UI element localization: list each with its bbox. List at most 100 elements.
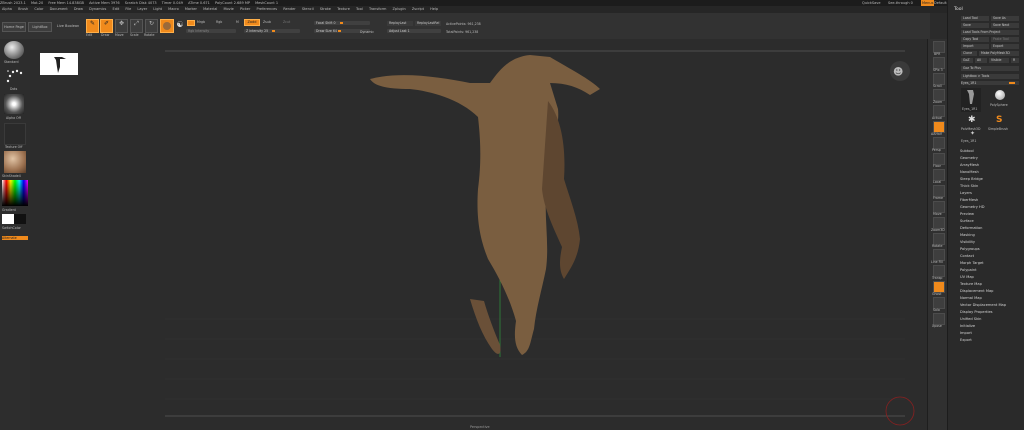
tool-scroll[interactable]: Eyes_1R1 [961,81,1019,85]
menu-layer[interactable]: Layer [137,7,147,11]
layers-section[interactable]: Layers [960,190,972,196]
unified-skin-section[interactable]: Unified Skin [960,316,981,322]
material-thumbnail[interactable] [4,151,26,173]
menu-stencil[interactable]: Stencil [302,7,314,11]
displacement-map-section[interactable]: Displacement Map [960,288,993,294]
menu-macro[interactable]: Macro [168,7,179,11]
menu-zplugin[interactable]: Zplugin [393,7,406,11]
texture-map-section[interactable]: Texture Map [960,281,982,287]
zcut-button[interactable]: Zcut [283,20,290,24]
save-next-button[interactable]: Save Next [991,23,1019,28]
zadd-button[interactable]: Zadd [244,19,260,26]
menu-tool[interactable]: Tool [356,7,363,11]
export-section[interactable]: Export [960,337,972,343]
menu-transform[interactable]: Transform [369,7,386,11]
morph-target-section[interactable]: Morph Target [960,260,984,266]
menu-render[interactable]: Render [283,7,295,11]
r-button[interactable]: R [1011,58,1019,63]
display-properties-section[interactable]: Display Properties [960,309,993,315]
fibermesh-section[interactable]: FiberMesh [960,197,978,203]
color-swatch-button[interactable]: ☯ [175,20,185,30]
menu-color[interactable]: Color [34,7,43,11]
menu-edit[interactable]: Edit [113,7,120,11]
menu-file[interactable]: File [125,7,131,11]
geometry-hd-section[interactable]: Geometry HD [960,204,985,210]
menu-material[interactable]: Material [203,7,217,11]
tool-palette-title[interactable]: Tool [954,7,963,12]
clone-button[interactable]: Clone [961,51,977,56]
menu-texture[interactable]: Texture [337,7,350,11]
edit-mode-button[interactable]: ✎ [86,19,99,33]
geometry-section[interactable]: Geometry [960,155,978,161]
normal-map-section[interactable]: Normal Map [960,295,982,301]
menu-brush[interactable]: Brush [18,7,28,11]
menu-light[interactable]: Light [153,7,162,11]
deformation-section[interactable]: Deformation [960,225,982,231]
view-navigator[interactable]: ☻ [890,61,910,81]
menu-dynamics[interactable]: Dynamics [89,7,106,11]
menu-stroke[interactable]: Stroke [320,7,331,11]
paste-tool-button[interactable]: Paste Tool [991,37,1019,42]
menu-movie[interactable]: Movie [223,7,233,11]
menu-preferences[interactable]: Preferences [257,7,278,11]
move-mode-button[interactable]: ✥ [115,19,128,33]
menu-help[interactable]: Help [430,7,438,11]
material-sphere-button[interactable] [160,19,174,33]
nanomesh-section[interactable]: NanoMesh [960,169,979,175]
switch-color-button[interactable]: SwitchColor [2,226,21,230]
polygroups-section[interactable]: Polygroups [960,246,980,252]
scale-mode-button[interactable]: ⤢ [130,19,143,33]
stroke-thumbnail[interactable] [4,67,24,85]
secondary-color-swatch[interactable] [14,214,26,224]
initialize-section[interactable]: Initialize [960,323,975,329]
menu-document[interactable]: Document [50,7,68,11]
alternate-button[interactable]: Alternate [2,236,28,240]
sleep-bridge-section[interactable]: Sleep Bridge [960,176,983,182]
load-tool-button[interactable]: Load Tool [961,16,989,21]
preview-section[interactable]: Preview [960,211,974,217]
rotate-mode-button[interactable]: ↻ [145,19,158,33]
brush-thumbnail[interactable] [4,41,24,59]
lightbox-tools-button[interactable]: Lightbox > Tools [961,74,1019,79]
all-button[interactable]: All [975,58,987,63]
replay-last-button[interactable]: ReplayLast [387,21,413,26]
mrgb-button[interactable]: Mrgb [197,20,205,24]
contact-section[interactable]: Contact [960,253,974,259]
live-boolean-button[interactable]: Live Boolean [54,22,82,30]
visibility-section[interactable]: Visibility [960,239,975,245]
copy-tool-button[interactable]: Copy Tool [961,37,989,42]
lightbox-button[interactable]: LightBox [28,22,52,32]
menu-alpha[interactable]: Alpha [2,7,12,11]
adjust-last-slider[interactable]: Adjust Last 1 [387,29,441,33]
menu-marker[interactable]: Marker [185,7,197,11]
uv-map-section[interactable]: UV Map [960,274,974,280]
replay-last-rel-button[interactable]: ReplayLastRel [415,21,441,26]
tool-thumb[interactable]: ✦ Eyes_1R1 [961,130,985,146]
subtool-section[interactable]: Subtool [960,148,974,154]
load-tools-from-project-button[interactable]: Load Tools From Project [961,30,1019,35]
tool-thumb[interactable]: Eyes_1R1 [961,88,981,112]
menu-draw[interactable]: Draw [74,7,83,11]
tool-thumb[interactable]: PolySphere [988,88,1012,112]
save-as-button[interactable]: Save As [991,16,1019,21]
goz-to-plus-header[interactable]: Goz To Plus [961,66,1019,71]
rgb-button[interactable]: Rgb [216,20,222,24]
make-polymesh3d-button[interactable]: Make PolyMesh3D [979,51,1019,56]
home-page-button[interactable]: Home Page [2,22,26,32]
polypaint-section[interactable]: Polypaint [960,267,977,273]
canvas-viewport[interactable]: ☻ Perspective [30,39,927,430]
vector-displacement-map-section[interactable]: Vector Displacement Map [960,302,1006,308]
zsub-button[interactable]: Zsub [263,20,271,24]
visible-button[interactable]: Visible [989,58,1009,63]
texture-thumbnail[interactable] [4,123,26,145]
thick-skin-section[interactable]: Thick Skin [960,183,978,189]
arraymesh-section[interactable]: ArrayMesh [960,162,979,168]
goz-button[interactable]: GoZ [961,58,973,63]
primary-color-swatch[interactable] [2,214,14,224]
m-button[interactable]: M [236,20,239,24]
rgb-intensity-slider[interactable]: Rgb Intensity [186,29,236,33]
z-intensity-slider[interactable]: Z Intensity 25 [244,29,300,33]
menu-zscript[interactable]: Zscript [412,7,424,11]
import-button[interactable]: Import [961,44,989,49]
focal-shift-slider[interactable]: Focal Shift 0 [314,21,370,25]
